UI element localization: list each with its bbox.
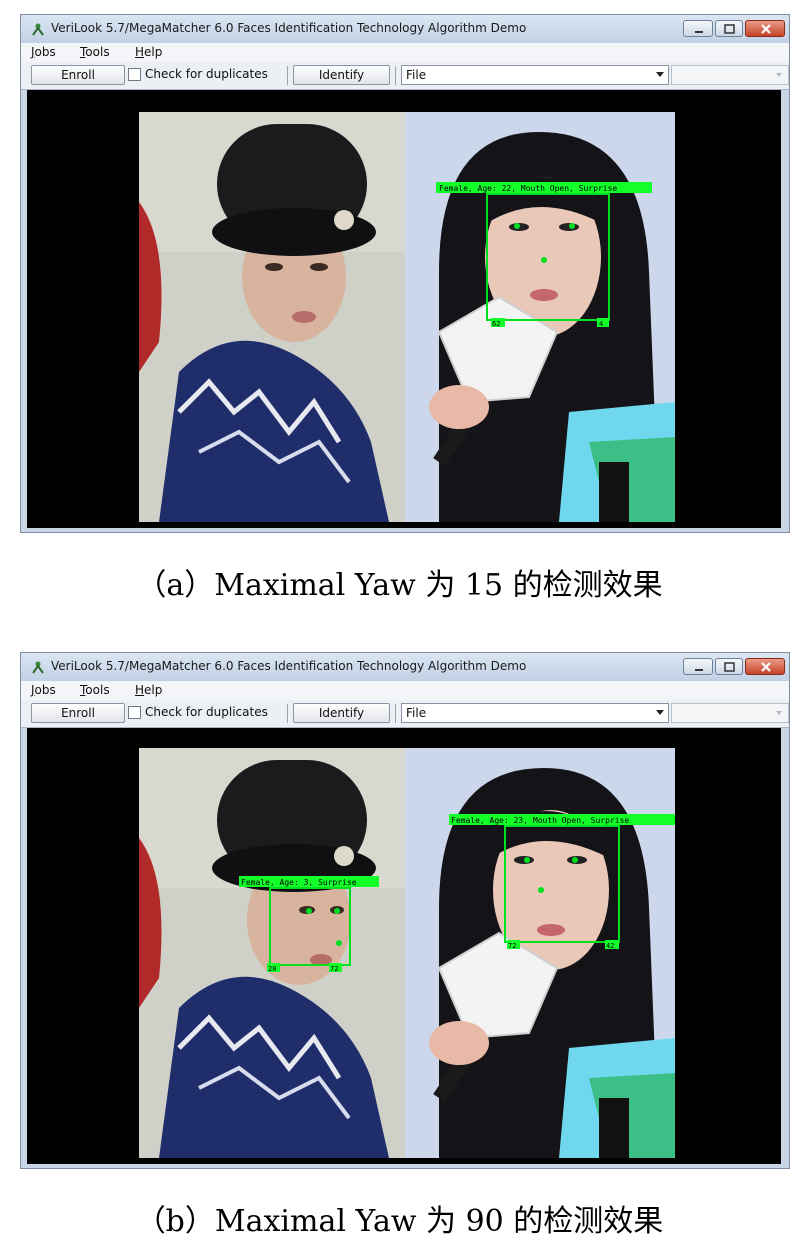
close-icon — [761, 662, 771, 672]
dropdown-arrow-icon — [776, 711, 782, 715]
photo-pair: Female, Age: 3, Surprise 20 72 Female, A… — [139, 748, 675, 1158]
face-detection-label: Female, Age: 22, Mouth Open, Surprise — [439, 184, 617, 193]
toolbar: Enroll Check for duplicates Identify Fil… — [21, 700, 789, 728]
title-bar[interactable]: VeriLook 5.7/MegaMatcher 6.0 Faces Ident… — [21, 653, 789, 681]
check-duplicates-label[interactable]: Check for duplicates — [145, 705, 268, 719]
source-select[interactable]: File — [401, 65, 669, 85]
toolbar: Enroll Check for duplicates Identify Fil… — [21, 62, 789, 90]
title-bar[interactable]: VeriLook 5.7/MegaMatcher 6.0 Faces Ident… — [21, 15, 789, 43]
image-viewer: Female, Age: 22, Mouth Open, Surprise 62… — [27, 90, 781, 528]
figure-caption-b: （b）Maximal Yaw 为 90 的检测效果 — [135, 1204, 664, 1239]
dropdown-arrow-icon — [776, 73, 782, 77]
menu-help[interactable]: Help — [135, 683, 162, 697]
window-title: VeriLook 5.7/MegaMatcher 6.0 Faces Ident… — [51, 659, 527, 673]
device-select[interactable] — [671, 65, 789, 85]
minimize-button[interactable] — [683, 658, 713, 675]
face-detection-label: Female, Age: 3, Surprise — [241, 878, 357, 887]
enroll-button[interactable]: Enroll — [31, 703, 125, 723]
image-viewer: Female, Age: 3, Surprise 20 72 Female, A… — [27, 728, 781, 1164]
figure-caption-a: （a）Maximal Yaw 为 15 的检测效果 — [136, 568, 663, 603]
toolbar-separator — [287, 66, 288, 85]
menu-tools[interactable]: Tools — [80, 683, 110, 697]
maximize-icon — [724, 662, 735, 672]
app-logo-icon — [32, 23, 44, 36]
toolbar-separator — [395, 704, 396, 723]
toolbar-separator — [395, 66, 396, 85]
face-corner-label-left: 20 — [268, 965, 276, 973]
face-corner-label-left: 72 — [508, 942, 516, 950]
menu-jobs[interactable]: Jobs — [31, 45, 56, 59]
check-duplicates-checkbox[interactable] — [128, 68, 141, 81]
enroll-button[interactable]: Enroll — [31, 65, 125, 85]
source-select-value: File — [406, 706, 427, 720]
menu-bar: Jobs Tools Help — [21, 681, 789, 700]
menu-tools[interactable]: Tools — [80, 45, 110, 59]
left-photo — [139, 112, 405, 522]
maximize-button[interactable] — [715, 658, 743, 675]
menu-help[interactable]: Help — [135, 45, 162, 59]
device-select[interactable] — [671, 703, 789, 723]
minimize-icon — [695, 669, 703, 671]
menu-jobs[interactable]: Jobs — [31, 683, 56, 697]
app-logo-icon — [32, 661, 44, 674]
photo-pair: Female, Age: 22, Mouth Open, Surprise 62… — [139, 112, 675, 522]
right-photo — [405, 112, 675, 522]
left-photo — [139, 748, 405, 1158]
dropdown-arrow-icon — [656, 710, 664, 715]
face-corner-label-left: 62 — [492, 320, 500, 328]
face-corner-label-right: 4 — [599, 320, 603, 328]
identify-button[interactable]: Identify — [293, 703, 390, 723]
check-duplicates-checkbox[interactable] — [128, 706, 141, 719]
close-button[interactable] — [745, 20, 785, 37]
menu-bar: Jobs Tools Help — [21, 43, 789, 62]
check-duplicates-label[interactable]: Check for duplicates — [145, 67, 268, 81]
source-select-value: File — [406, 68, 427, 82]
face-corner-label-right: 42 — [606, 942, 614, 950]
dropdown-arrow-icon — [656, 72, 664, 77]
face-detection-label: Female, Age: 23, Mouth Open, Surprise — [451, 816, 629, 825]
maximize-icon — [724, 24, 735, 34]
maximize-button[interactable] — [715, 20, 743, 37]
right-photo — [405, 748, 675, 1158]
toolbar-separator — [287, 704, 288, 723]
minimize-icon — [695, 31, 703, 33]
minimize-button[interactable] — [683, 20, 713, 37]
source-select[interactable]: File — [401, 703, 669, 723]
screenshot-panel-b: VeriLook 5.7/MegaMatcher 6.0 Faces Ident… — [20, 652, 790, 1169]
face-corner-label-right: 72 — [330, 965, 338, 973]
identify-button[interactable]: Identify — [293, 65, 390, 85]
window-title: VeriLook 5.7/MegaMatcher 6.0 Faces Ident… — [51, 21, 527, 35]
app-window: VeriLook 5.7/MegaMatcher 6.0 Faces Ident… — [20, 14, 790, 533]
close-button[interactable] — [745, 658, 785, 675]
app-window: VeriLook 5.7/MegaMatcher 6.0 Faces Ident… — [20, 652, 790, 1169]
close-icon — [761, 24, 771, 34]
screenshot-panel-a: VeriLook 5.7/MegaMatcher 6.0 Faces Ident… — [20, 14, 790, 533]
